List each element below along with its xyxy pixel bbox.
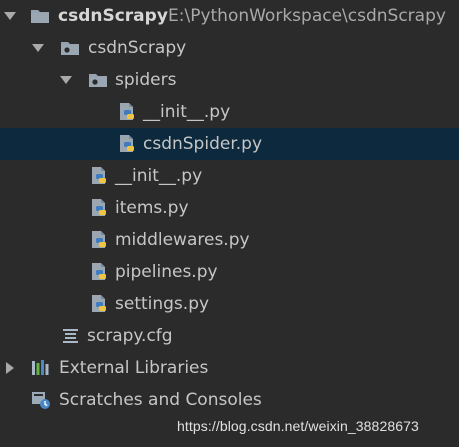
config-file-icon	[61, 326, 81, 346]
spiders-folder-name: spiders	[115, 70, 177, 90]
tree-row-scratches[interactable]: Scratches and Consoles	[0, 384, 459, 416]
tree-row-external-libraries[interactable]: External Libraries	[0, 352, 459, 384]
python-file-icon	[90, 262, 110, 282]
tree-row-package[interactable]: csdnScrapy	[0, 32, 459, 64]
external-libraries-label: External Libraries	[59, 358, 209, 378]
scratches-label: Scratches and Consoles	[59, 390, 262, 410]
file-name: items.py	[115, 198, 189, 218]
file-name: scrapy.cfg	[87, 326, 173, 346]
library-icon	[31, 358, 51, 378]
chevron-down-icon[interactable]	[4, 12, 16, 20]
tree-row-items[interactable]: items.py	[0, 192, 459, 224]
scratches-icon	[31, 390, 51, 410]
python-file-icon	[90, 230, 110, 250]
project-name: csdnScrapy	[58, 6, 168, 26]
chevron-down-icon[interactable]	[60, 76, 72, 84]
chevron-down-icon[interactable]	[32, 44, 44, 52]
python-file-icon	[118, 134, 138, 154]
tree-row-scrapy-cfg[interactable]: scrapy.cfg	[0, 320, 459, 352]
package-folder-icon	[60, 38, 80, 58]
watermark-text: https://blog.csdn.net/weixin_38828673	[177, 418, 419, 434]
tree-row-middlewares[interactable]: middlewares.py	[0, 224, 459, 256]
tree-row-pipelines[interactable]: pipelines.py	[0, 256, 459, 288]
python-file-icon	[118, 102, 138, 122]
file-name: __init__.py	[115, 166, 203, 186]
package-name: csdnScrapy	[88, 38, 187, 58]
project-tree: csdnScrapy E:\PythonWorkspace\csdnScrapy…	[0, 0, 459, 416]
file-name: settings.py	[115, 294, 210, 314]
tree-row-settings[interactable]: settings.py	[0, 288, 459, 320]
tree-row-root[interactable]: csdnScrapy E:\PythonWorkspace\csdnScrapy	[0, 0, 459, 32]
file-name: __init__.py	[143, 102, 231, 122]
folder-icon	[30, 6, 50, 26]
python-file-icon	[90, 166, 110, 186]
tree-row-package-init[interactable]: __init__.py	[0, 160, 459, 192]
python-file-icon	[90, 198, 110, 218]
tree-row-csdnspider[interactable]: csdnSpider.py	[0, 128, 459, 160]
chevron-right-icon[interactable]	[6, 362, 14, 374]
file-name: pipelines.py	[115, 262, 218, 282]
file-name: middlewares.py	[115, 230, 250, 250]
python-file-icon	[90, 294, 110, 314]
tree-row-spiders-init[interactable]: __init__.py	[0, 96, 459, 128]
file-name: csdnSpider.py	[143, 134, 263, 154]
project-path: E:\PythonWorkspace\csdnScrapy	[168, 6, 446, 26]
package-folder-icon	[88, 70, 108, 90]
tree-row-spiders[interactable]: spiders	[0, 64, 459, 96]
